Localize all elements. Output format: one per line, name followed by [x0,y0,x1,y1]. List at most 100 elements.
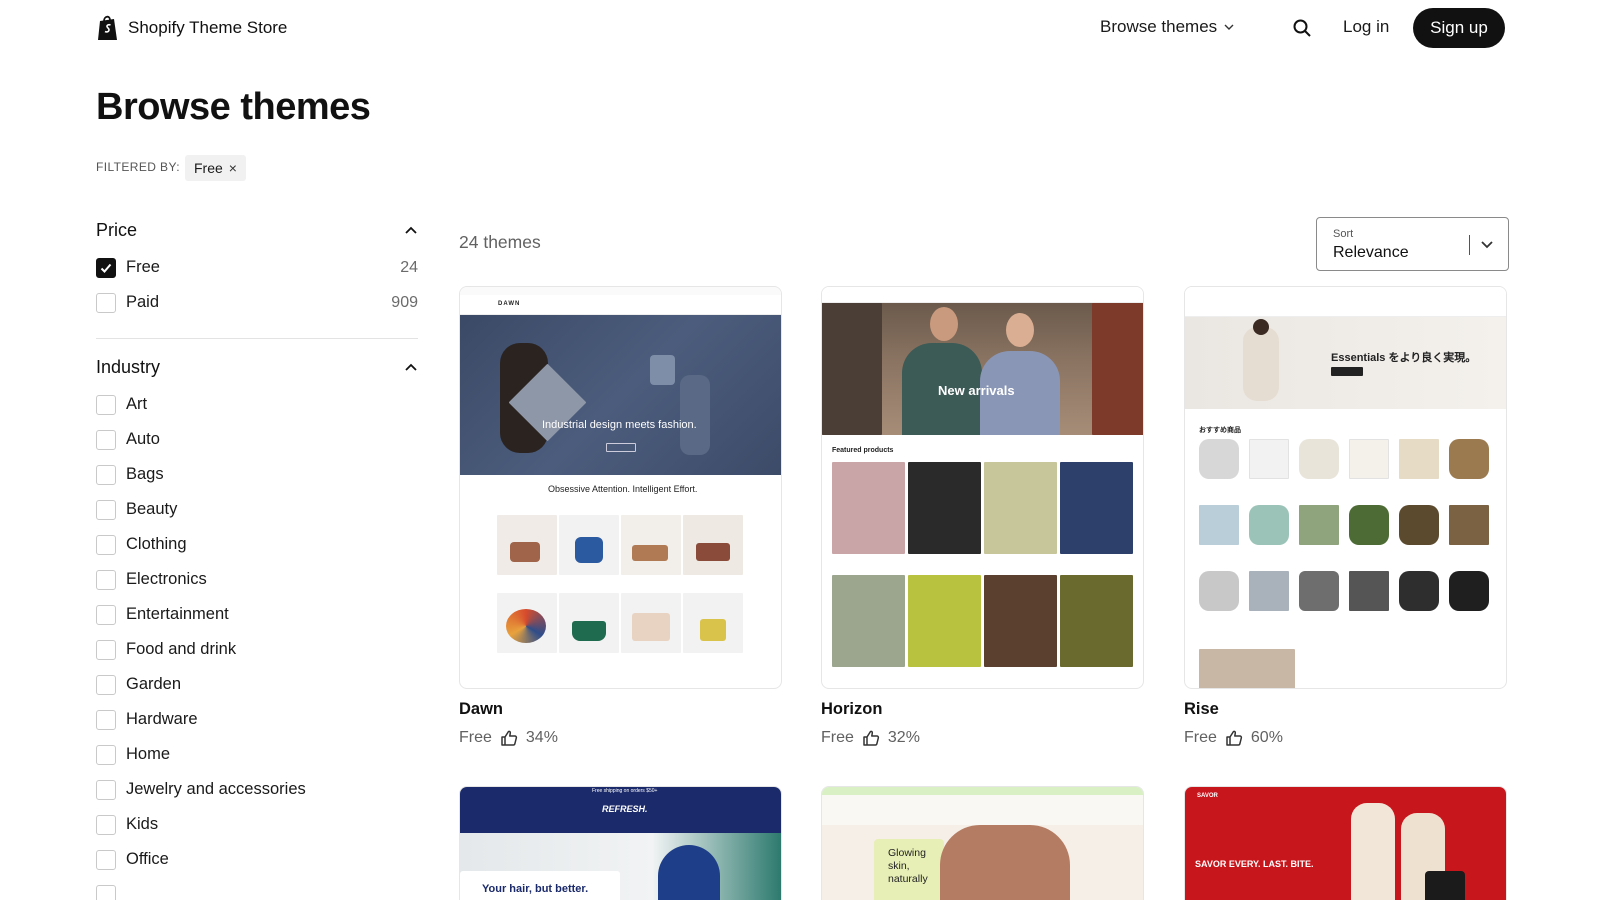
product-bottle [658,845,720,900]
industry-option-electronics[interactable]: Electronics [96,562,418,597]
product-tile [1199,571,1239,611]
option-label: Jewelry and accessories [126,780,306,798]
browse-themes-menu[interactable]: Browse themes [1100,17,1235,37]
theme-meta: Free 32% [821,729,1144,747]
face-shape [930,307,958,341]
product-bag [575,537,603,563]
checkbox[interactable] [96,814,116,835]
price-facet: Price Free 24 Paid 909 [96,210,418,320]
industry-option-art[interactable]: Art [96,387,418,422]
product-bag [700,619,726,641]
industry-option-kids[interactable]: Kids [96,807,418,842]
product-tile [832,462,905,554]
preview-button [1331,367,1363,376]
theme-name[interactable]: Dawn [459,700,782,719]
theme-preview-image[interactable]: Essentials をより良く実現。 おすすめ商品 [1184,286,1507,689]
option-label: Garden [126,675,182,693]
industry-option-clothing[interactable]: Clothing [96,527,418,562]
industry-option-food-and-drink[interactable]: Food and drink [96,632,418,667]
announcement-text: Free shipping on orders $50+ [592,788,658,794]
theme-preview-image[interactable]: New arrivals Featured products [821,286,1144,689]
industry-option-partial[interactable] [96,877,418,900]
sign-up-button[interactable]: Sign up [1413,8,1505,48]
option-label: Free [126,258,160,276]
preview-logo: SAVOR [1197,793,1218,799]
industry-option-beauty[interactable]: Beauty [96,492,418,527]
theme-rating: 34% [525,729,558,746]
product-tile [1060,575,1133,667]
food-bowl [1425,871,1465,900]
filter-sidebar: Price Free 24 Paid 909 Industry Art Auto… [96,210,418,900]
free-checkbox[interactable] [96,257,116,278]
price-facet-title: Price [96,219,138,240]
checkbox[interactable] [96,779,116,800]
sort-select[interactable]: Sort Relevance [1316,217,1509,271]
theme-rating: 60% [1250,729,1283,746]
checkbox[interactable] [96,499,116,520]
option-label: Food and drink [126,640,237,658]
theme-card-horizon: New arrivals Featured products Horizon F… [821,286,1144,747]
product-tile [908,575,981,667]
theme-preview-image[interactable]: Glowing skin, naturally [821,786,1144,900]
preview-hero: Your hair, but better. [460,833,781,900]
remove-filter-icon[interactable]: × [229,160,237,176]
search-icon[interactable] [1292,18,1312,38]
checkbox[interactable] [96,534,116,555]
product-shoe [696,543,730,561]
theme-name[interactable]: Rise [1184,700,1507,719]
preview-hero-text: Essentials をより良く実現。 [1331,352,1477,364]
brand-link[interactable]: Shopify Theme Store [96,14,287,42]
option-count: 24 [400,258,418,276]
checkbox[interactable] [96,639,116,660]
product-tile [1349,571,1389,611]
theme-card-refresh: Free shipping on orders $50+ REFRESH. Yo… [459,786,782,900]
theme-preview-image[interactable]: SAVOR SAVOR EVERY. LAST. BITE. [1184,786,1507,900]
checkbox[interactable] [96,394,116,415]
theme-preview-image[interactable]: DAWN Industrial design meets fashion. Ob… [459,286,782,689]
active-filter-chip[interactable]: Free × [185,155,246,181]
checkbox[interactable] [96,429,116,450]
product-tile [1399,505,1439,545]
checkbox[interactable] [96,569,116,590]
bag-shape [650,355,675,385]
checkbox[interactable] [96,674,116,695]
industry-option-hardware[interactable]: Hardware [96,702,418,737]
industry-option-home[interactable]: Home [96,737,418,772]
industry-option-auto[interactable]: Auto [96,422,418,457]
paid-checkbox[interactable] [96,292,116,313]
theme-price: Free [1184,729,1217,746]
industry-option-garden[interactable]: Garden [96,667,418,702]
checkbox[interactable] [96,709,116,730]
thumbs-up-icon [863,730,880,746]
building-shape [1092,303,1143,435]
checkbox[interactable] [96,744,116,765]
theme-card-sense: Glowing skin, naturally [821,786,1144,900]
price-option-paid[interactable]: Paid 909 [96,285,418,320]
industry-option-bags[interactable]: Bags [96,457,418,492]
industry-option-office[interactable]: Office [96,842,418,877]
industry-option-jewelry[interactable]: Jewelry and accessories [96,772,418,807]
shopify-bag-icon [98,15,117,40]
industry-option-entertainment[interactable]: Entertainment [96,597,418,632]
sort-label: Sort [1333,228,1354,240]
chevron-down-icon [1224,24,1234,30]
price-facet-toggle[interactable]: Price [96,210,418,250]
price-option-free[interactable]: Free 24 [96,250,418,285]
checkbox[interactable] [96,849,116,870]
theme-name[interactable]: Horizon [821,700,1144,719]
preview-header [1185,287,1506,317]
theme-meta: Free 34% [459,729,782,747]
chevron-up-icon [405,363,417,371]
log-in-link[interactable]: Log in [1343,17,1389,37]
product-tile [1349,505,1389,545]
product-tile [1449,439,1489,479]
preview-hero-text: Industrial design meets fashion. [542,419,697,431]
preview-button [606,443,636,452]
chevron-down-icon [1481,241,1493,249]
checkbox[interactable] [96,604,116,625]
industry-facet-toggle[interactable]: Industry [96,347,418,387]
checkbox[interactable] [96,464,116,485]
theme-preview-image[interactable]: Free shipping on orders $50+ REFRESH. Yo… [459,786,782,900]
page-title: Browse themes [96,86,371,128]
checkbox[interactable] [96,884,116,900]
